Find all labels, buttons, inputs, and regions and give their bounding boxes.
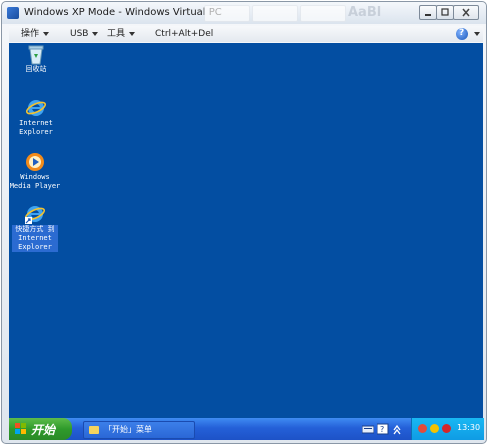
desktop-icon-label: Media Player — [9, 182, 61, 190]
background-ribbon-text: AaBl — [348, 5, 382, 20]
security-icon[interactable] — [430, 424, 439, 433]
chevron-down-icon — [92, 31, 99, 36]
desktop-icon-recycle-bin[interactable]: 回收站 — [17, 43, 55, 74]
vpc-window: Windows XP Mode - Windows Virtual PC AaB… — [1, 1, 487, 444]
desktop-icon-label: 回收站 — [25, 65, 47, 73]
chevron-down-icon — [129, 31, 136, 36]
desktop-icon-label: Explorer — [12, 243, 58, 252]
help-button[interactable]: ? — [456, 28, 468, 40]
desktop-icon-windows-media-player[interactable]: Windows Media Player — [9, 151, 61, 191]
desktop-icon-internet-explorer[interactable]: Internet Explorer — [15, 97, 57, 137]
menu-usb-label: USB — [70, 29, 89, 39]
svg-text:?: ? — [380, 425, 384, 434]
menu-bar: 操作 USB 工具 Ctrl+Alt+Del ? — [9, 26, 483, 42]
xp-desktop: 回收站 Internet Explorer Windows Media Play… — [9, 43, 483, 418]
menu-action[interactable]: 操作 — [21, 28, 50, 40]
desktop-icon-ie-shortcut[interactable]: 快捷方式 到 Internet Explorer — [12, 203, 58, 252]
clock: 13:30 — [457, 423, 481, 432]
close-button[interactable] — [453, 5, 479, 20]
ctrl-alt-del-button[interactable]: Ctrl+Alt+Del — [155, 28, 213, 40]
internet-explorer-shortcut-icon — [24, 206, 46, 224]
start-label: 开始 — [31, 423, 56, 437]
desktop-icon-label: Explorer — [19, 128, 53, 136]
keyboard-icon[interactable] — [362, 423, 374, 435]
folder-icon — [89, 426, 99, 434]
system-tray: 13:30 — [411, 418, 484, 440]
menu-action-label: 操作 — [21, 29, 40, 39]
chevron-up-icon[interactable] — [392, 423, 402, 435]
help-tray-icon[interactable]: ? — [377, 423, 389, 435]
app-icon — [7, 7, 19, 19]
help-icon: ? — [459, 28, 465, 38]
taskbar-item-start-menu[interactable]: 「开始」菜单 — [83, 421, 195, 439]
menu-usb[interactable]: USB — [70, 28, 99, 40]
chevron-down-icon — [43, 31, 50, 36]
start-button[interactable]: 开始 — [9, 418, 72, 440]
maximize-icon — [441, 8, 449, 16]
menu-tools[interactable]: 工具 — [107, 28, 136, 40]
menu-tools-label: 工具 — [107, 29, 126, 39]
minimize-button[interactable] — [419, 5, 437, 20]
minimize-icon — [425, 14, 431, 16]
window-title: Windows XP Mode - Windows Virtual PC — [24, 7, 222, 18]
alert-icon[interactable] — [442, 424, 451, 433]
recycle-bin-icon — [28, 45, 44, 65]
network-icon[interactable] — [418, 424, 427, 433]
maximize-button[interactable] — [436, 5, 454, 20]
taskbar-item-label: 「开始」菜单 — [104, 425, 152, 434]
desktop-icon-label: Internet — [12, 234, 58, 243]
media-player-icon — [26, 153, 44, 171]
chevron-down-icon[interactable] — [474, 32, 480, 36]
internet-explorer-icon — [25, 100, 47, 116]
title-bar[interactable]: Windows XP Mode - Windows Virtual PC AaB… — [2, 2, 486, 24]
desktop-icon-label: Internet — [19, 119, 53, 127]
xp-taskbar: 开始 「开始」菜单 ? 13:30 — [9, 418, 484, 440]
windows-flag-icon — [15, 423, 26, 434]
close-icon — [462, 8, 470, 17]
ctrl-alt-del-label: Ctrl+Alt+Del — [155, 29, 214, 39]
desktop-icon-label: 快捷方式 到 — [12, 225, 58, 234]
desktop-icon-label: Windows — [20, 173, 50, 181]
